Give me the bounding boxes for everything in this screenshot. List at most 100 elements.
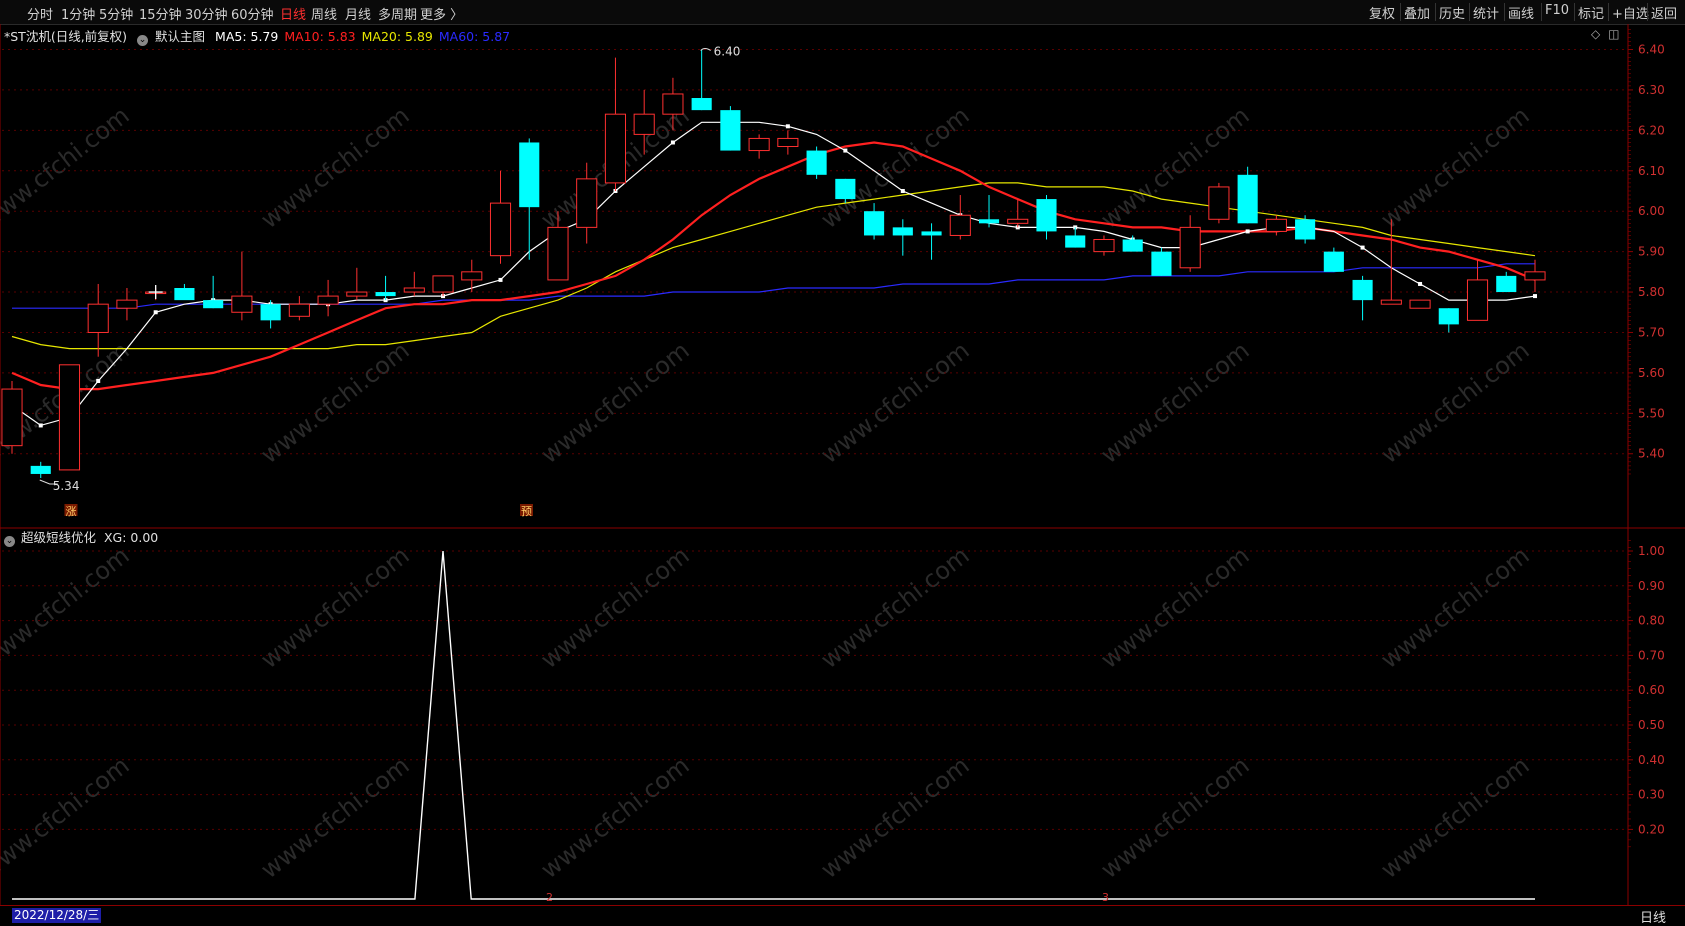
period-tab-3[interactable]: 15分钟	[139, 4, 182, 23]
xg-indicator-layer	[12, 550, 1535, 900]
watermark-text: www.cfchi.com	[816, 751, 975, 884]
toolbar-button-1[interactable]: 叠加	[1404, 3, 1430, 22]
watermark-text: www.cfchi.com	[536, 336, 695, 469]
xg-tick-label: 0.50	[1638, 718, 1665, 732]
period-tab-5[interactable]: 60分钟	[231, 4, 274, 23]
period-tab-7[interactable]: 周线	[311, 4, 337, 23]
period-tab-1[interactable]: 1分钟	[61, 4, 95, 23]
candle-body	[1237, 174, 1258, 224]
toolbar-button-5[interactable]: F10	[1545, 3, 1569, 18]
candle-body	[691, 98, 712, 111]
diamond-icon[interactable]: ◇	[1591, 27, 1600, 41]
ma5-point	[498, 277, 503, 282]
candle-body	[1065, 235, 1086, 248]
kline-chart[interactable]: www.cfchi.com www.cfchi.com www.cfchi.com w…	[0, 24, 1685, 905]
ma5-point	[900, 188, 905, 193]
template-name[interactable]: 默认主图	[155, 29, 205, 44]
period-tab-0[interactable]: 分时	[27, 4, 53, 23]
candle-body	[662, 93, 684, 115]
toolbar-button-7[interactable]: +自选	[1612, 3, 1649, 22]
price-tick-label: 6.40	[1638, 43, 1665, 57]
candle-body	[1179, 226, 1201, 269]
watermark-text: www.cfchi.com	[0, 541, 135, 674]
month-label: 3	[1102, 891, 1109, 904]
month-label: 2	[546, 891, 553, 904]
period-tab-8[interactable]: 月线	[345, 4, 371, 23]
candle-body	[1151, 251, 1172, 276]
candle-body	[203, 300, 224, 309]
candle	[1409, 299, 1431, 309]
candle	[519, 138, 540, 260]
candle-body	[806, 150, 827, 175]
candle-body	[892, 227, 913, 236]
candle	[1466, 259, 1489, 321]
candle-body	[604, 113, 627, 184]
candle-body	[1122, 239, 1143, 252]
toolbar-button-2[interactable]: 历史	[1439, 3, 1465, 22]
candle	[375, 275, 396, 301]
ma5-point	[670, 140, 675, 145]
period-tab-10[interactable]: 更多 〉	[420, 4, 463, 23]
moving-average-layer	[11, 120, 1537, 428]
toolbar-separator	[1435, 3, 1436, 21]
xg-line	[12, 550, 1535, 900]
candle	[777, 130, 799, 155]
watermark-text: www.cfchi.com	[1096, 336, 1255, 469]
toolbar-button-6[interactable]: 标记	[1578, 3, 1604, 22]
period-tab-4[interactable]: 30分钟	[185, 4, 228, 23]
watermark-text: www.cfchi.com	[816, 541, 975, 674]
candle	[1007, 199, 1029, 228]
indicator-info-line: ⌄ 超级短线优化 XG: 0.00	[4, 527, 158, 547]
candle-body	[864, 211, 885, 236]
candle	[1208, 182, 1230, 224]
high-label: 6.40	[714, 45, 741, 59]
candle	[1179, 215, 1201, 272]
candle	[30, 461, 51, 478]
period-tab-2[interactable]: 5分钟	[99, 4, 133, 23]
price-tick-label: 5.70	[1638, 325, 1665, 339]
indicator-name[interactable]: 超级短线优化	[21, 530, 96, 545]
xg-tick-label: 0.90	[1638, 579, 1665, 593]
candle-body	[720, 110, 741, 151]
toolbar-button-8[interactable]: 返回	[1651, 3, 1677, 22]
badge-text: 预	[521, 505, 532, 518]
candle	[461, 259, 483, 293]
candle	[489, 170, 512, 264]
toolbar-separator	[1574, 3, 1575, 21]
toolbar-button-4[interactable]: 画线	[1508, 3, 1534, 22]
candle	[58, 364, 81, 471]
watermark-text: www.cfchi.com	[256, 336, 415, 469]
candle-layer	[1, 49, 1546, 478]
maximize-icon[interactable]: ◫	[1608, 27, 1619, 41]
candle-body	[403, 287, 425, 293]
candle	[116, 288, 138, 321]
period-tab-9[interactable]: 多周期	[378, 4, 417, 23]
stock-title[interactable]: *ST沈机(日线,前复权)	[4, 29, 127, 44]
toolbar-separator	[1469, 3, 1470, 21]
candle	[806, 146, 827, 179]
xg-tick-label: 0.40	[1638, 753, 1665, 767]
ma5-line	[11, 121, 1536, 427]
toolbar-separator	[1541, 3, 1542, 21]
ma5-point	[1360, 245, 1365, 250]
price-tick-label: 5.80	[1638, 285, 1665, 299]
toolbar-separator	[1647, 3, 1648, 21]
dropdown-circle-icon[interactable]: ⌄	[137, 35, 149, 46]
toolbar-button-0[interactable]: 复权	[1369, 3, 1395, 22]
candle-body	[835, 178, 856, 200]
ma5-point	[1245, 229, 1250, 234]
candle-body	[489, 202, 512, 257]
dropdown-circle-icon[interactable]: ⌄	[4, 536, 15, 547]
toolbar-button-3[interactable]: 统计	[1473, 3, 1499, 22]
candle	[1295, 215, 1316, 244]
price-tick-label: 6.10	[1638, 164, 1665, 178]
period-label[interactable]: 日线	[1640, 907, 1666, 926]
ma5-point	[843, 148, 848, 153]
candle	[604, 57, 627, 191]
toolbar-separator	[1400, 3, 1401, 21]
candle-body	[633, 113, 655, 135]
candle-body	[1352, 279, 1373, 301]
period-tab-6[interactable]: 日线	[280, 4, 306, 23]
watermark-text: www.cfchi.com	[1376, 541, 1535, 674]
price-tick-label: 5.60	[1638, 366, 1665, 380]
